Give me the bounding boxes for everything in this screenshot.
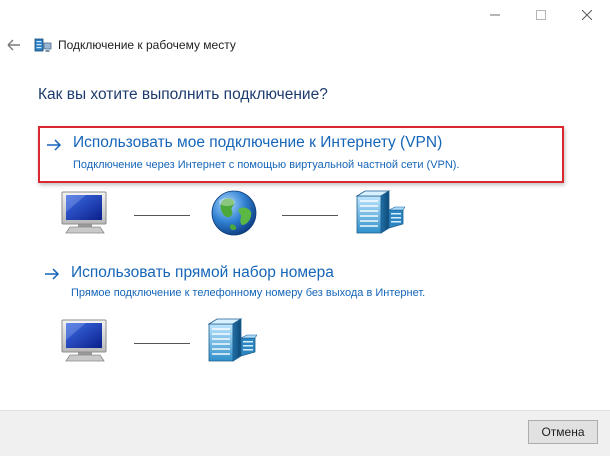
footer-bar xyxy=(0,410,610,456)
direct-dial-option-title: Использовать прямой набор номера xyxy=(71,264,334,281)
arrow-right-icon xyxy=(47,139,62,151)
arrow-right-icon xyxy=(45,268,60,280)
minimize-icon xyxy=(490,14,500,16)
maximize-button[interactable] xyxy=(518,0,564,30)
globe-icon xyxy=(211,190,257,236)
maximize-icon xyxy=(536,10,546,20)
computer-icon xyxy=(61,319,107,362)
connection-line xyxy=(134,343,190,344)
vpn-option-link[interactable]: Использовать мое подключение к Интернету… xyxy=(38,126,564,183)
connection-line xyxy=(282,215,338,216)
page-heading: Как вы хотите выполнить подключение? xyxy=(38,86,328,103)
server-icon xyxy=(355,190,405,234)
server-icon xyxy=(207,318,257,362)
back-button[interactable] xyxy=(5,36,23,54)
network-place-icon xyxy=(34,38,52,52)
window-title: Подключение к рабочему месту xyxy=(58,38,236,52)
close-button[interactable] xyxy=(564,0,610,30)
vpn-option-title: Использовать мое подключение к Интернету… xyxy=(73,134,443,151)
back-arrow-icon xyxy=(7,39,20,51)
computer-icon xyxy=(61,191,107,234)
minimize-button[interactable] xyxy=(472,0,518,30)
cancel-button[interactable]: Отмена xyxy=(528,420,598,444)
close-icon xyxy=(582,10,592,20)
direct-dial-option-link[interactable]: Использовать прямой набор номера Прямое … xyxy=(38,262,564,306)
direct-dial-option-description: Прямое подключение к телефонному номеру … xyxy=(71,287,426,299)
vpn-option-description: Подключение через Интернет с помощью вир… xyxy=(73,159,460,171)
connection-line xyxy=(134,215,190,216)
